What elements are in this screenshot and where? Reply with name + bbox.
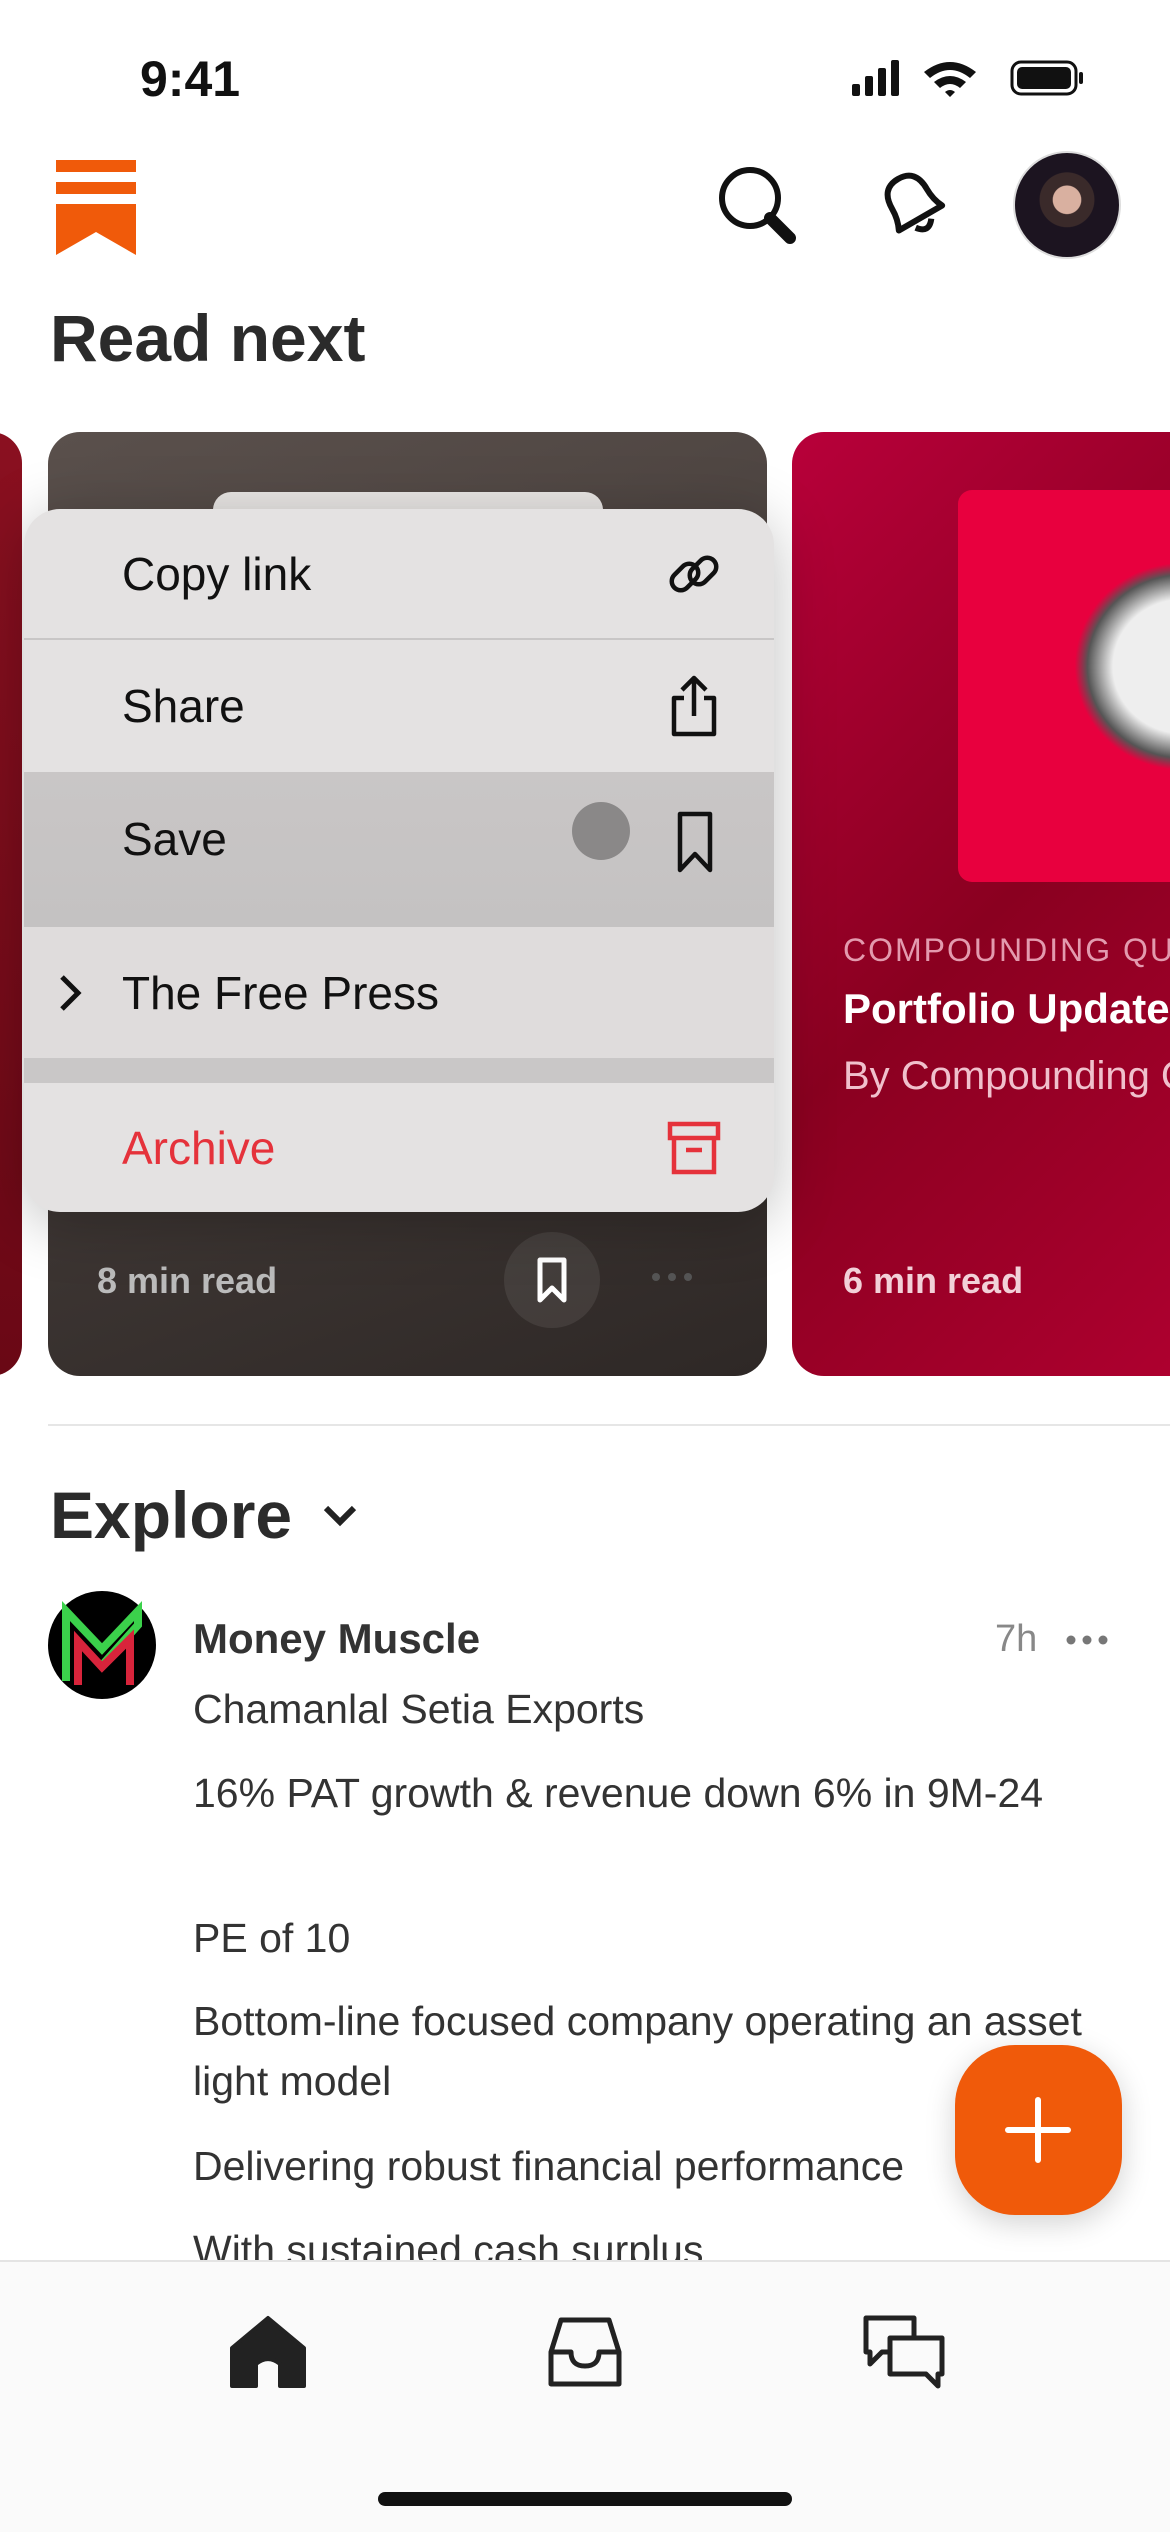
menu-item-save[interactable]: Save xyxy=(24,772,774,927)
notifications-bell-icon[interactable] xyxy=(868,160,958,250)
more-options-icon[interactable] xyxy=(1063,1630,1111,1650)
menu-item-the-free-press[interactable]: The Free Press xyxy=(24,927,774,1058)
context-menu: Copy link Share Save The Free Press Arch… xyxy=(24,509,774,1212)
more-icon[interactable] xyxy=(648,1267,698,1287)
status-icons xyxy=(852,60,1083,97)
share-icon xyxy=(671,675,717,737)
explore-title: Explore xyxy=(50,1478,293,1552)
substack-logo[interactable] xyxy=(56,160,136,255)
chevron-right-icon xyxy=(60,975,82,1011)
menu-item-copy-link[interactable]: Copy link xyxy=(24,509,774,640)
post-line: Chamanlal Setia Exports xyxy=(193,1686,645,1732)
bookmark-icon xyxy=(537,1257,567,1303)
chevron-down-icon xyxy=(323,1505,357,1527)
search-icon[interactable] xyxy=(712,160,802,250)
post-line: 16% PAT growth & revenue down 6% in 9M-2… xyxy=(193,1770,1044,1816)
menu-item-label: Save xyxy=(122,813,227,865)
inbox-tab-icon[interactable] xyxy=(545,2312,625,2392)
menu-separator xyxy=(24,1058,774,1083)
bookmark-icon xyxy=(677,811,713,873)
previous-card[interactable] xyxy=(0,432,22,1376)
menu-item-archive[interactable]: Archive xyxy=(24,1083,774,1212)
tab-bar xyxy=(0,2260,1170,2532)
article-title: Portfolio Update xyxy=(843,985,1170,1032)
home-indicator xyxy=(378,2492,792,2506)
money-muscle-avatar[interactable] xyxy=(48,1591,156,1699)
menu-item-label: The Free Press xyxy=(122,966,439,1019)
menu-item-label: Archive xyxy=(122,1121,276,1174)
read-next-title: Read next xyxy=(50,301,366,375)
status-time: 9:41 xyxy=(140,51,241,107)
read-time: 6 min read xyxy=(843,1260,1024,1301)
menu-item-label: Share xyxy=(122,680,245,732)
menu-item-label: Copy link xyxy=(122,547,312,600)
save-button[interactable] xyxy=(504,1232,600,1328)
plus-icon xyxy=(1005,2097,1071,2163)
article-author: By Compounding Quality xyxy=(843,1054,1170,1098)
profile-avatar[interactable] xyxy=(1013,151,1121,259)
divider xyxy=(48,1424,1170,1426)
publication-name: COMPOUNDING QUALITY xyxy=(843,932,1170,968)
article-card-compounding[interactable]: COMPOUNDING QUALITY Portfolio Update By … xyxy=(792,432,1170,1376)
link-icon xyxy=(669,555,719,592)
touch-indicator xyxy=(572,802,630,860)
chat-tab-icon[interactable] xyxy=(860,2312,950,2396)
compose-button[interactable] xyxy=(955,2045,1122,2215)
read-time: 8 min read xyxy=(97,1260,278,1301)
archive-icon xyxy=(667,1121,721,1174)
home-tab-icon[interactable] xyxy=(228,2312,308,2392)
post-author[interactable]: Money Muscle xyxy=(193,1615,480,1663)
post-time: 7h xyxy=(995,1618,1038,1660)
explore-dropdown[interactable]: Explore xyxy=(50,1477,360,1553)
menu-item-share[interactable]: Share xyxy=(24,640,774,772)
post-line: PE of 10 xyxy=(193,1915,351,1961)
article-image xyxy=(958,490,1170,882)
